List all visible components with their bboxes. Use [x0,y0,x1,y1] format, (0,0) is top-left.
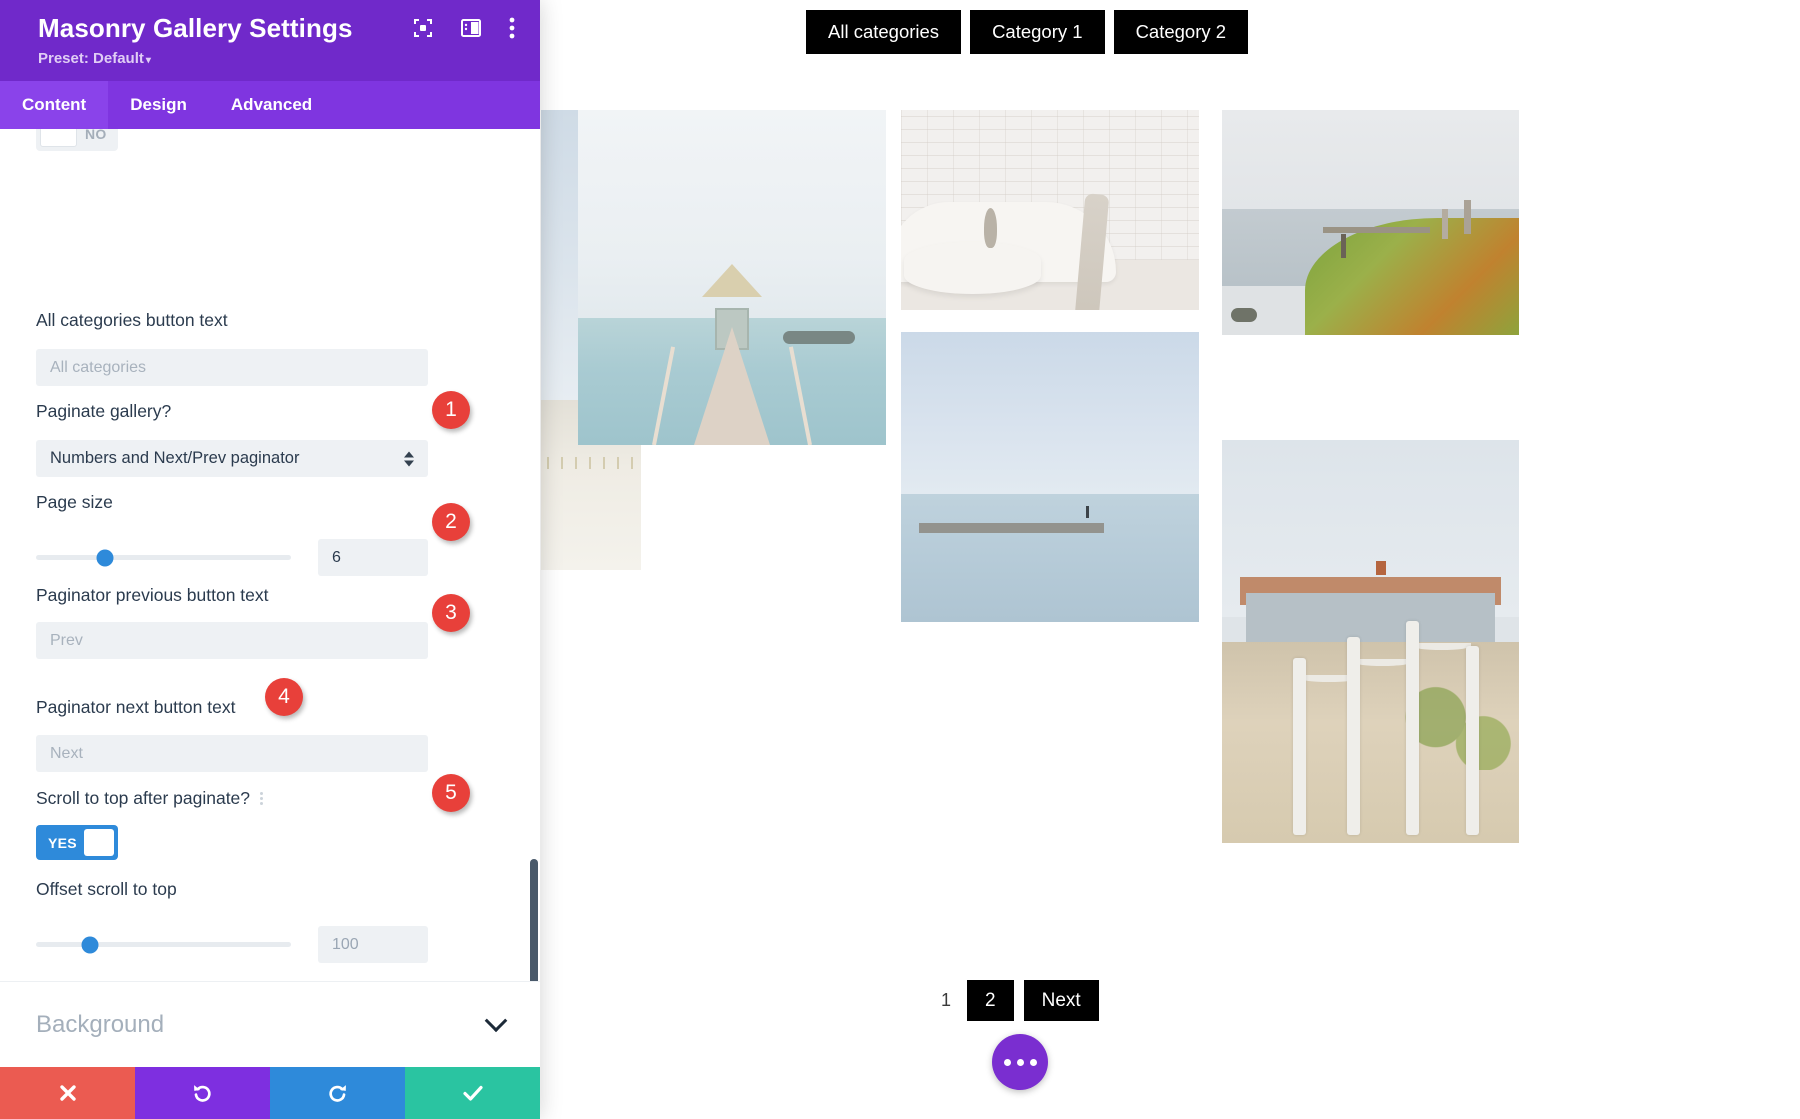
drag-handle-icon[interactable] [260,792,264,806]
gallery-image-jetty[interactable] [901,332,1199,622]
pagination-next-button[interactable]: Next [1023,980,1099,1021]
page-size-slider-handle[interactable] [96,549,114,567]
scroll-to-top-label: Scroll to top after paginate? [36,788,251,808]
select-arrows-icon [404,451,414,467]
offset-scroll-slider-handle[interactable] [81,936,99,954]
more-horizontal-icon[interactable] [992,1034,1048,1090]
category-button-all[interactable]: All categories [806,10,962,55]
panel-footer [0,1067,540,1119]
previous-setting-toggle[interactable]: NO [36,129,118,151]
callout-badge-5: 5 [432,774,470,812]
gallery-image-pier[interactable] [578,110,886,445]
toggle-label: NO [85,129,107,142]
undo-button[interactable] [135,1067,270,1119]
paginate-gallery-label: Paginate gallery? [36,401,172,421]
page-size-slider[interactable] [36,549,291,567]
callout-badge-3: 3 [432,594,470,632]
check-icon [462,1085,483,1101]
paginator-prev-input[interactable] [36,622,428,660]
offset-scroll-slider[interactable] [36,936,291,954]
gallery-image-cliff[interactable] [1222,110,1519,335]
paginator-prev-label: Paginator previous button text [36,585,269,605]
paginator-next-input[interactable] [36,735,428,773]
paginate-gallery-select[interactable]: Numbers and Next/Prev paginator [36,440,428,478]
category-button-1[interactable]: Category 1 [970,10,1105,55]
masonry-grid [541,110,1800,950]
all-categories-label: All categories button text [36,310,228,330]
cancel-button[interactable] [0,1067,135,1119]
panel-header: Masonry Gallery Settings Preset: Default… [0,0,540,81]
scroll-to-top-toggle-label: YES [48,834,77,851]
field-page-size: Page size [36,491,428,577]
chevron-down-icon [484,1008,508,1032]
settings-panel: Masonry Gallery Settings Preset: Default… [0,0,540,1119]
category-button-2[interactable]: Category 2 [1113,10,1249,55]
more-vertical-icon[interactable] [509,17,515,44]
chevron-down-icon: ▾ [145,55,151,66]
paginate-gallery-value: Numbers and Next/Prev paginator [50,449,300,468]
gallery-image-interior[interactable] [901,110,1199,310]
close-x-icon [59,1085,76,1101]
offset-scroll-input[interactable] [318,926,428,964]
field-paginator-prev-text: Paginator previous button text [36,584,428,660]
all-categories-input[interactable] [36,349,428,387]
accordion-background[interactable]: Background [0,981,540,1067]
scroll-to-top-toggle[interactable]: YES [36,825,118,861]
panel-header-actions [413,17,515,44]
callout-badge-2: 2 [432,503,470,541]
offset-scroll-label: Offset scroll to top [36,879,177,899]
panel-scrollbar[interactable] [530,859,538,981]
panel-tabs: Content Design Advanced [0,81,540,129]
undo-arrow-icon [194,1084,211,1102]
field-paginator-next-text: Paginator next button text [36,696,428,773]
callout-badge-4: 4 [265,678,303,716]
redo-button[interactable] [270,1067,405,1119]
focus-target-icon[interactable] [413,18,433,43]
field-paginate-gallery: Paginate gallery? Numbers and Next/Prev … [36,400,428,478]
accordion-background-label: Background [36,1010,165,1038]
preset-label: Preset: Default [38,50,144,67]
field-scroll-to-top: Scroll to top after paginate? YES [36,787,264,861]
pagination-page-1[interactable]: 1 [935,988,957,1013]
preset-selector[interactable]: Preset: Default ▾ [38,50,518,67]
page-size-input[interactable] [318,539,428,577]
layout-panel-icon[interactable] [461,19,481,42]
page-size-label: Page size [36,492,113,512]
category-filter-bar: All categories Category 1 Category 2 [806,10,1249,55]
tab-advanced[interactable]: Advanced [209,81,334,129]
tab-content[interactable]: Content [0,81,109,129]
tab-design[interactable]: Design [108,81,209,129]
callout-badge-1: 1 [432,391,470,429]
field-offset-scroll-to-top: Offset scroll to top [36,878,428,964]
redo-arrow-icon [329,1084,346,1102]
field-all-categories-button-text: All categories button text [36,309,428,387]
gallery-pagination: 1 2 Next [935,980,1099,1021]
paginator-next-label: Paginator next button text [36,697,236,717]
gallery-image-path[interactable] [1222,440,1519,843]
pagination-page-2-current[interactable]: 2 [967,980,1014,1021]
save-button[interactable] [405,1067,540,1119]
panel-body: NO All categories button text Paginate g… [0,129,540,981]
